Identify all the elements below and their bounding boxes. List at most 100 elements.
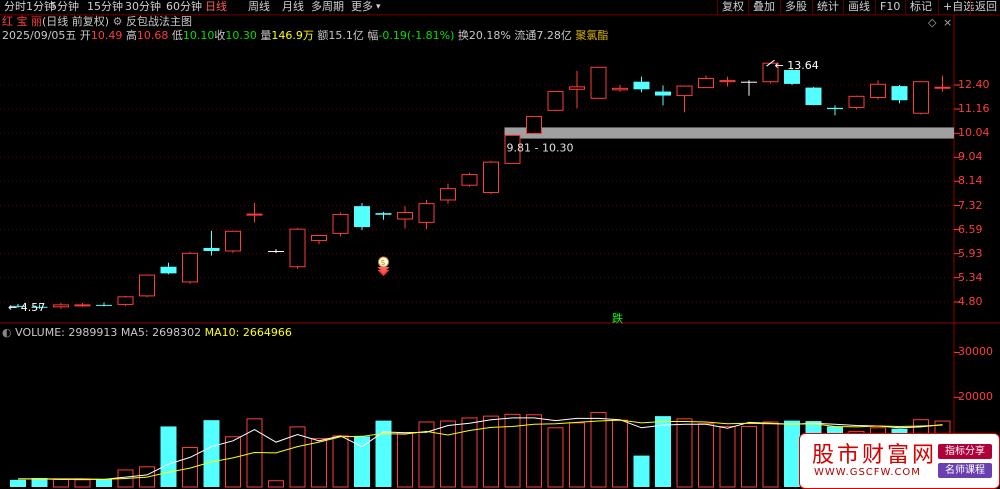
candle-body <box>805 87 822 106</box>
volume-header: ◐ VOLUME: 2989913 MA5: 2698302 MA10: 266… <box>2 326 292 340</box>
candle-body <box>160 266 177 274</box>
candle <box>870 80 886 100</box>
candle <box>375 211 392 220</box>
candle <box>354 203 370 231</box>
candle-body <box>203 247 220 251</box>
candle-body <box>913 81 929 114</box>
candle-body <box>827 107 843 110</box>
volume-bar <box>74 479 91 488</box>
candle-body <box>633 81 650 90</box>
candle <box>332 212 349 237</box>
ma10-label: MA10: <box>204 326 240 339</box>
candle-body <box>332 213 349 234</box>
volume-bar <box>741 425 757 488</box>
volume-bar <box>182 447 198 488</box>
watermark-url: WWW.GSCFW.COM <box>814 467 921 478</box>
candle <box>547 91 564 112</box>
candle <box>827 105 843 116</box>
low-price-label: ← 4.57 <box>8 301 45 314</box>
candle-body <box>375 213 392 215</box>
candle <box>569 70 585 109</box>
candle-body <box>311 235 327 242</box>
volume-bar <box>397 432 413 488</box>
candle <box>848 95 865 110</box>
high-price-label: ← 13.64 <box>775 59 819 72</box>
volume-bar <box>10 479 26 487</box>
candle <box>117 295 134 306</box>
candle <box>440 183 456 204</box>
candle <box>934 75 951 92</box>
price-axis-label: 8.14 <box>958 174 983 188</box>
candle <box>590 66 607 99</box>
candle <box>913 81 929 115</box>
candle-body <box>96 304 112 306</box>
volume-axis-label: 30000 <box>958 345 993 359</box>
price-axis-label: 4.80 <box>958 295 983 308</box>
volume-bar <box>526 414 542 488</box>
candle-body <box>139 274 155 297</box>
price-axis-label: 10.04 <box>958 126 990 140</box>
candle-body <box>590 66 607 99</box>
volume-bar <box>719 425 736 488</box>
candle <box>182 251 198 284</box>
candle <box>698 75 714 89</box>
price-axis-label: 6.59 <box>958 222 983 236</box>
site-watermark: 股市财富网 WWW.GSCFW.COM 指标分享 名师课程 <box>799 433 1000 489</box>
candle <box>160 262 177 275</box>
money-bag-icon: $ <box>377 256 390 276</box>
candle <box>203 230 220 256</box>
candle-body <box>440 188 456 201</box>
candle-body <box>655 91 671 96</box>
candle <box>483 160 499 194</box>
kline-chart[interactable]: ← 13.64 ← 4.57 9.81 - 10.30 跌 $ ◇ × <box>0 0 1000 489</box>
chart-grid <box>0 14 1000 489</box>
volume-bar <box>160 426 177 487</box>
volume-bar <box>676 418 693 488</box>
collapse-icon[interactable]: ◐ <box>2 326 12 339</box>
volume-axis-label: 20000 <box>958 390 993 404</box>
volume-bar <box>53 478 69 488</box>
candle <box>418 199 435 230</box>
candle-body <box>289 228 306 268</box>
candle-body <box>53 304 69 308</box>
support-zone-band <box>504 127 954 139</box>
price-axis-label: 5.34 <box>958 270 983 284</box>
candle-body <box>354 206 370 228</box>
volume-bar <box>268 480 284 488</box>
candle-body <box>934 86 951 89</box>
candle <box>268 249 284 253</box>
candle-body <box>225 230 241 252</box>
support-zone <box>504 127 954 139</box>
candle-body <box>741 81 757 83</box>
volume-bar <box>612 419 628 488</box>
candle <box>246 203 263 223</box>
candle-body <box>891 86 908 101</box>
candle <box>225 230 241 253</box>
signal-text: 跌 <box>612 311 623 325</box>
volume-bar <box>698 423 714 488</box>
candle-body <box>182 252 198 283</box>
volume-bar <box>203 420 220 487</box>
price-axis-label: 11.16 <box>958 102 990 116</box>
volume-bar <box>311 438 327 488</box>
candle <box>633 76 650 93</box>
price-axis-label: 9.04 <box>958 150 983 164</box>
volume-bar <box>461 417 478 488</box>
candle <box>53 302 69 309</box>
candle-body <box>117 296 134 305</box>
close-icon: × <box>943 16 952 29</box>
candle <box>741 80 757 96</box>
candle <box>397 206 413 229</box>
candle <box>461 172 478 187</box>
candle-body <box>461 174 478 186</box>
candle-body <box>526 116 542 134</box>
volume-bar <box>784 420 800 487</box>
candlesticks <box>10 62 951 309</box>
candle-body <box>246 213 263 216</box>
candle <box>139 274 155 298</box>
candle-body <box>74 304 91 307</box>
diamond-icon: ◇ <box>928 16 937 29</box>
candle <box>612 85 628 92</box>
volume-bar <box>96 478 112 487</box>
volume-current: 2989913 <box>68 326 118 339</box>
